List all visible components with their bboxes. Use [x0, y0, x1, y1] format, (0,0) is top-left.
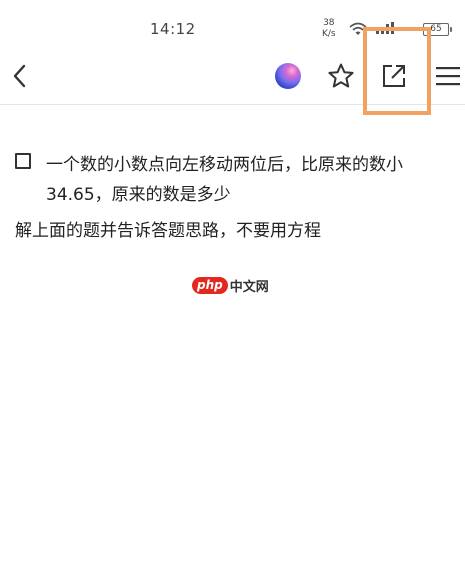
network-speed: 38 K/s	[322, 18, 336, 40]
status-bar: 14:12 38 K/s 65	[0, 0, 465, 48]
network-speed-unit: K/s	[322, 29, 336, 39]
battery-indicator: 65	[423, 23, 452, 36]
wifi-icon	[349, 22, 367, 35]
favorite-button[interactable]	[322, 48, 360, 104]
toolbar	[0, 48, 465, 105]
menu-button[interactable]	[430, 48, 465, 104]
menu-icon	[435, 67, 460, 86]
brand-logo-pill: php	[192, 276, 228, 294]
signal-icon	[376, 22, 394, 34]
avatar-button[interactable]	[270, 48, 306, 104]
prompt-text: 解上面的题并告诉答题思路，不要用方程	[15, 221, 321, 241]
share-icon	[383, 65, 405, 87]
question-checkbox[interactable]	[15, 153, 31, 169]
back-button[interactable]	[0, 48, 40, 104]
clock: 14:12	[150, 20, 196, 38]
question-text: 一个数的小数点向左移动两位后，比原来的数小34.65，原来的数是多少	[46, 155, 403, 205]
share-button[interactable]	[376, 48, 412, 104]
brand-logo-text: 中文网	[229, 279, 269, 295]
avatar	[275, 63, 301, 89]
brand-logo: php 中文网	[192, 276, 269, 295]
network-speed-value: 38	[323, 18, 335, 28]
chevron-left-icon	[13, 64, 26, 88]
star-icon	[328, 63, 354, 88]
